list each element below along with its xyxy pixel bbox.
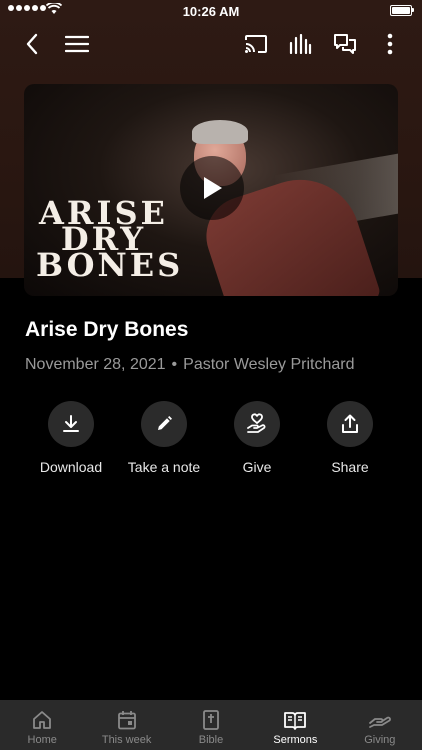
share-icon <box>342 414 358 433</box>
chevron-left-icon <box>26 33 38 55</box>
sermon-speaker[interactable]: Pastor Wesley Pritchard <box>183 356 354 373</box>
play-icon <box>204 177 222 199</box>
open-book-icon <box>284 712 307 730</box>
sermon-actions: Download Take a note Give Share <box>0 401 422 481</box>
heart-hand-icon <box>247 413 266 433</box>
action-label: Share <box>331 459 369 475</box>
giving-hand-icon <box>368 716 391 728</box>
sermon-artwork-title: ARISE DRY BONES <box>36 197 184 284</box>
tab-this-week[interactable]: This week <box>84 700 168 750</box>
action-circle <box>48 401 94 447</box>
sermon-video-thumbnail[interactable]: ARISE DRY BONES <box>24 84 398 296</box>
tab-sermons[interactable]: Sermons <box>253 700 337 750</box>
tab-label: Bible <box>198 734 224 746</box>
calendar-icon <box>117 711 136 730</box>
play-button[interactable] <box>180 156 244 220</box>
battery-icon <box>390 5 414 16</box>
tab-giving[interactable]: Giving <box>338 700 422 750</box>
more-vertical-icon <box>387 33 393 55</box>
menu-button[interactable] <box>63 30 91 58</box>
cast-icon <box>245 35 267 53</box>
status-bar: 10:26 AM <box>0 0 422 22</box>
chat-button[interactable] <box>331 30 359 58</box>
action-circle <box>141 401 187 447</box>
sermon-title: Arise Dry Bones <box>25 318 189 341</box>
tab-bible[interactable]: Bible <box>169 700 253 750</box>
take-note-button[interactable]: Take a note <box>114 401 214 475</box>
back-button[interactable] <box>18 30 46 58</box>
download-button[interactable]: Download <box>21 401 121 475</box>
cast-button[interactable] <box>242 30 270 58</box>
action-circle <box>234 401 280 447</box>
pencil-icon <box>158 416 172 430</box>
action-circle <box>327 401 373 447</box>
speaker-hair <box>192 120 248 144</box>
bible-icon <box>203 710 219 730</box>
chat-bubbles-icon <box>334 34 356 54</box>
tab-label: This week <box>101 734 152 746</box>
action-label: Download <box>39 459 103 475</box>
sermon-date: November 28, 2021 <box>25 356 166 373</box>
action-label: Give <box>242 459 272 475</box>
bottom-tab-bar: Home This week Bible Sermons Giving <box>0 700 422 750</box>
tab-label: Sermons <box>273 734 318 746</box>
audio-levels-button[interactable] <box>286 30 314 58</box>
give-button[interactable]: Give <box>207 401 307 475</box>
tab-label: Home <box>27 734 57 746</box>
home-icon <box>33 711 52 729</box>
top-toolbar <box>0 26 422 62</box>
hamburger-icon <box>65 35 89 53</box>
more-options-button[interactable] <box>376 30 404 58</box>
action-label: Take a note <box>127 459 201 475</box>
tab-label: Giving <box>364 734 396 746</box>
tab-home[interactable]: Home <box>0 700 84 750</box>
meta-separator: • <box>171 356 178 373</box>
share-button[interactable]: Share <box>300 401 400 475</box>
status-time: 10:26 AM <box>182 4 240 19</box>
download-icon <box>63 415 79 432</box>
artwork-line: BONES <box>36 246 184 284</box>
sermon-meta: November 28, 2021 • Pastor Wesley Pritchar… <box>25 356 354 374</box>
equalizer-icon <box>289 34 312 54</box>
